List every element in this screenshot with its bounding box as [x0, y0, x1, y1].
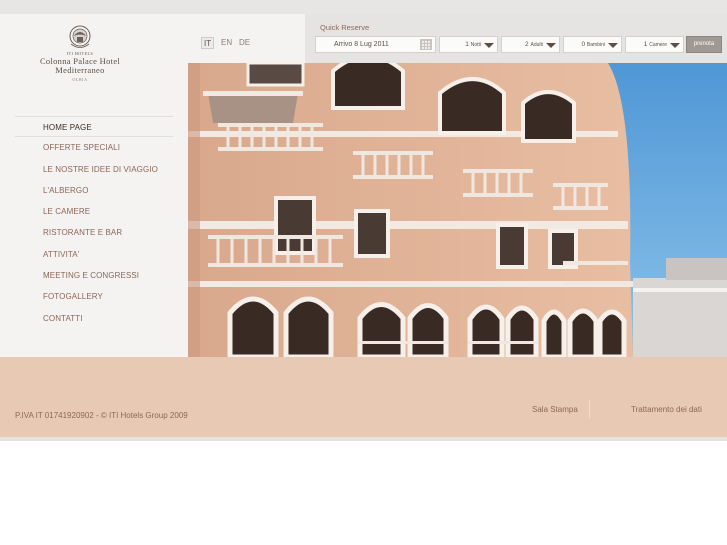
nav-item-meetings[interactable]: MEETING E CONGRESSI	[15, 265, 173, 286]
hotel-building-image	[188, 63, 727, 357]
footer-rule	[0, 437, 727, 441]
nav-item-contacts[interactable]: CONTATTI	[15, 308, 173, 329]
nav-item-travel-ideas[interactable]: LE NOSTRE IDEE DI VIAGGIO	[15, 159, 173, 180]
footer-link-privacy[interactable]: Trattamento dei dati	[631, 405, 702, 414]
rooms-label: Camere	[649, 42, 667, 48]
children-value: 0	[581, 41, 586, 48]
nav-item-hotel[interactable]: L'ALBERGO	[15, 180, 173, 201]
page: ITI HOTELS Colonna Palace Hotel Mediterr…	[0, 0, 727, 545]
nav-item-home[interactable]: HOME PAGE	[15, 116, 173, 138]
footer-copyright: P.IVA IT 01741920902 - © ITI Hotels Grou…	[15, 411, 188, 420]
lang-de[interactable]: DE	[237, 37, 252, 49]
nav-item-rooms[interactable]: LE CAMERE	[15, 201, 173, 222]
logo-name-line2: Mediterraneo	[55, 65, 105, 75]
children-select[interactable]: 0 Bambini	[563, 36, 622, 53]
crest-icon	[69, 25, 91, 48]
adults-select[interactable]: 2 Adulti	[501, 36, 560, 53]
footer	[0, 357, 727, 437]
quick-reserve-title: Quick Reserve	[320, 23, 370, 32]
top-band	[0, 0, 727, 14]
nights-value: 1	[465, 41, 469, 48]
hotel-logo[interactable]: ITI HOTELS Colonna Palace Hotel Mediterr…	[22, 24, 138, 82]
lang-it[interactable]: IT	[201, 37, 215, 49]
rooms-select[interactable]: 1 Camere	[625, 36, 684, 53]
hero-photo	[188, 63, 727, 357]
footer-link-press[interactable]: Sala Stampa	[532, 405, 578, 414]
chevron-down-icon	[484, 43, 494, 48]
arrival-date-value: Arrivo 8 Lug 2011	[334, 41, 389, 48]
chevron-down-icon	[546, 43, 556, 48]
chevron-down-icon	[670, 43, 680, 48]
adults-label: Adulti	[530, 42, 543, 48]
logo-location: OLBIA	[72, 77, 88, 82]
nav-item-gallery[interactable]: FOTOGALLERY	[15, 286, 173, 307]
nights-select[interactable]: 1 Notti	[439, 36, 498, 53]
footer-divider	[589, 400, 590, 419]
children-label: Bambini	[586, 42, 605, 48]
book-button[interactable]: prenota	[686, 36, 722, 53]
nav-item-offers[interactable]: OFFERTE SPECIALI	[15, 137, 173, 158]
adults-value: 2	[525, 41, 529, 48]
chevron-down-icon	[608, 43, 618, 48]
arrival-date-field[interactable]: Arrivo 8 Lug 2011	[315, 36, 436, 53]
nights-label: Notti	[470, 42, 481, 48]
nav-item-activities[interactable]: ATTIVITA'	[15, 244, 173, 265]
lang-en[interactable]: EN	[219, 37, 234, 49]
rooms-value: 1	[643, 41, 648, 48]
nav-item-restaurant[interactable]: RISTORANTE E BAR	[15, 222, 173, 243]
calendar-icon[interactable]	[420, 39, 432, 50]
main-nav: HOME PAGE OFFERTE SPECIALI LE NOSTRE IDE…	[15, 116, 173, 329]
